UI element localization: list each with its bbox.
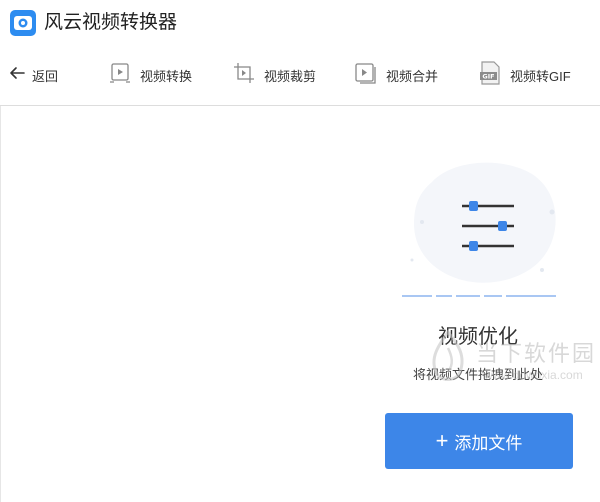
watermark: 当下软件园 www.downxia.com (424, 326, 596, 392)
tool-video-to-gif[interactable]: GIF 视频转GIF (478, 60, 571, 90)
tool-label: 视频转GIF (510, 68, 571, 84)
svg-text:GIF: GIF (482, 72, 494, 80)
gif-file-icon: GIF (478, 60, 502, 91)
back-label: 返回 (32, 68, 59, 84)
video-merge-icon (354, 61, 378, 90)
tool-label: 视频裁剪 (264, 68, 317, 84)
video-crop-icon (232, 61, 256, 90)
drop-zone[interactable]: 视频优化 将视频文件拖拽到此处 + 添加文件 (0, 106, 600, 502)
tool-video-merge[interactable]: 视频合并 (354, 60, 438, 90)
app-title: 风云视频转换器 (44, 12, 178, 33)
watermark-url: www.downxia.com (484, 368, 583, 382)
arrow-left-icon (8, 64, 26, 87)
add-file-button[interactable]: + 添加文件 (385, 413, 573, 469)
watermark-logo-icon (432, 329, 464, 381)
back-button[interactable]: 返回 (8, 62, 58, 88)
watermark-text: 当下软件园 (476, 341, 597, 366)
tool-label: 视频合并 (386, 68, 439, 84)
add-file-label: 添加文件 (454, 433, 523, 453)
tool-video-convert[interactable]: 视频转换 (108, 60, 192, 90)
panel-divider (0, 106, 1, 502)
plus-icon: + (435, 428, 449, 453)
video-optimize-illustration (392, 152, 568, 308)
video-convert-icon (108, 61, 132, 90)
title-bar: 风云视频转换器 (0, 0, 600, 44)
toolbar: 返回 视频转换 视频裁剪 视频合并 GIF 视频转GIF (0, 44, 600, 106)
app-logo-icon (10, 10, 36, 36)
tool-video-crop[interactable]: 视频裁剪 (232, 60, 316, 90)
tool-label: 视频转换 (140, 68, 193, 84)
